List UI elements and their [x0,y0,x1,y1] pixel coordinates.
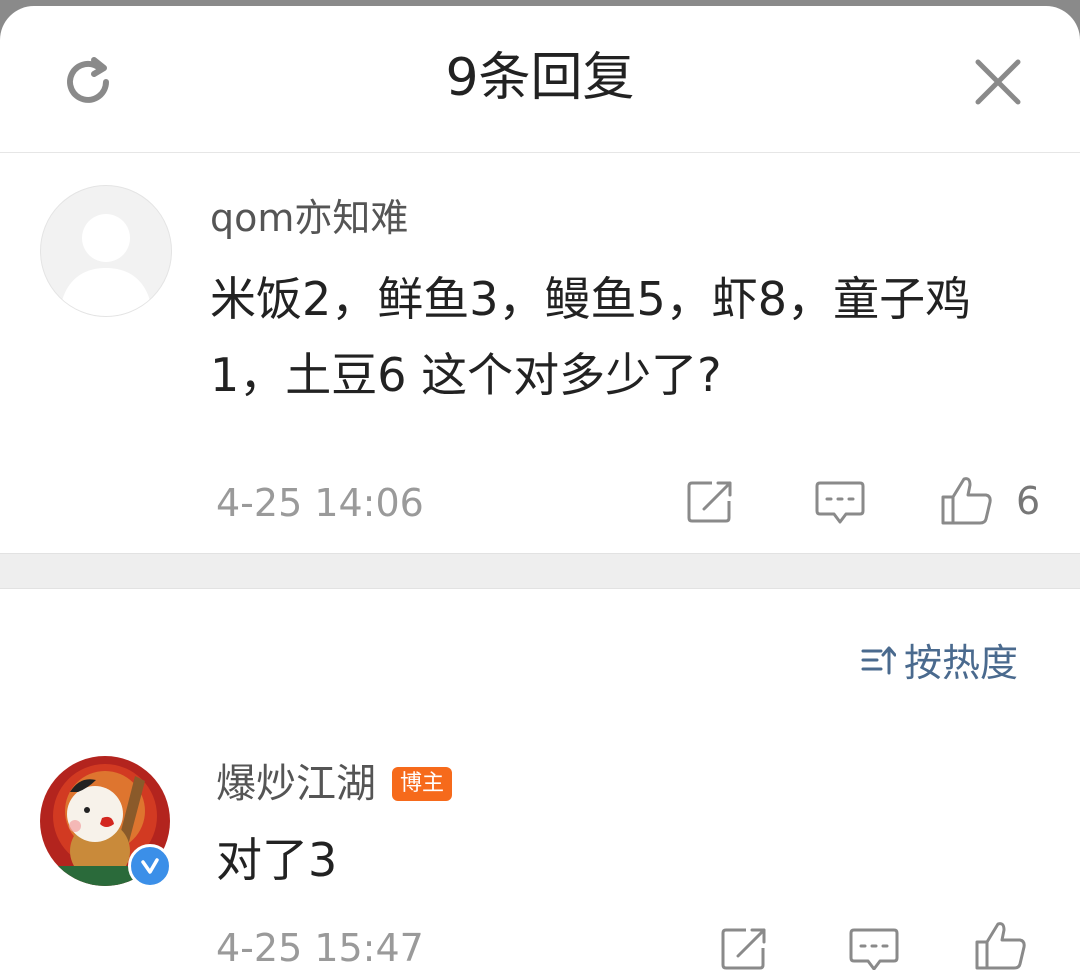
reply-share-button[interactable] [720,926,770,970]
comment-username[interactable]: qom亦知难 [210,193,408,243]
comment-text: 米饭2，鲜鱼3，鳗鱼5，虾8，童子鸡1，土豆6 这个对多少了? [210,272,972,402]
sheet-header: 9条回复 [0,6,1080,153]
reply-text: 对了3 [216,833,338,887]
sort-icon [861,646,896,674]
like-button[interactable]: 6 [940,475,1040,527]
sort-label: 按热度 [904,641,1019,685]
close-icon [975,59,1021,105]
like-icon [975,922,1026,970]
share-button[interactable] [686,479,736,525]
reply-comment-button[interactable] [848,926,900,970]
comment-icon [849,928,899,970]
reply-item: 爆炒江湖 博主 对了3 4-25 15:47 [0,746,1080,970]
page-title: 9条回复 [445,48,635,108]
author-badge: 博主 [392,767,453,801]
reply-username-row: 爆炒江湖 博主 [216,758,453,810]
section-divider [0,553,1080,589]
comment-button[interactable] [814,479,866,527]
reply-like-button[interactable] [974,920,1028,970]
replies-sheet: 9条回复 qom亦知难 米饭2，鲜鱼3，鳗鱼5，虾8，童子鸡1，土豆6 这个对多… [0,6,1080,970]
close-button[interactable] [966,50,1030,114]
avatar[interactable] [40,185,172,317]
default-avatar-icon [59,214,153,316]
sort-toggle[interactable]: 按热度 [860,632,1018,687]
like-count: 6 [1016,479,1041,523]
comment-icon [815,481,865,524]
main-comment: qom亦知难 米饭2，鲜鱼3，鳗鱼5，虾8，童子鸡1，土豆6 这个对多少了? 4… [0,153,1080,553]
share-icon [687,481,732,523]
verified-icon [128,844,172,888]
like-icon [941,477,992,525]
share-icon [721,928,766,970]
reply-username[interactable]: 爆炒江湖 [216,758,376,810]
comment-timestamp: 4-25 14:06 [216,481,424,525]
reply-timestamp: 4-25 15:47 [216,926,424,970]
